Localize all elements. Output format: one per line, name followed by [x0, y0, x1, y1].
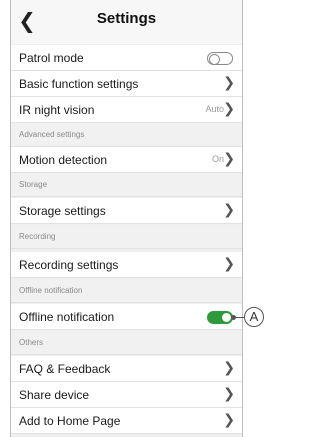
row-share-device[interactable]: Share device ❯: [11, 382, 242, 408]
page-title: Settings: [96, 10, 157, 27]
row-label: Add to Home Page: [19, 414, 121, 428]
row-add-home-page[interactable]: Add to Home Page ❯: [11, 408, 242, 434]
section-label: Advanced settings: [19, 130, 85, 139]
section-storage: Storage: [11, 173, 242, 197]
row-value: Auto: [205, 104, 224, 114]
chevron-right-icon: ❯: [223, 256, 235, 272]
toggle-knob: [222, 313, 231, 322]
callout-line: [233, 317, 244, 318]
row-label: Patrol mode: [19, 51, 84, 65]
header-bar: ❮ Settings: [11, 0, 242, 44]
settings-screen: ❮ Settings Patrol mode Basic function se…: [10, 0, 243, 437]
row-offline-notification: Offline notification: [11, 304, 242, 330]
chevron-right-icon: ❯: [223, 386, 235, 402]
row-label: Offline notification: [19, 310, 115, 324]
toggle-knob: [209, 54, 220, 65]
section-recording: Recording: [11, 225, 242, 249]
chevron-right-icon: ❯: [223, 360, 235, 376]
chevron-right-icon: ❯: [223, 412, 235, 428]
patrol-mode-toggle[interactable]: [207, 52, 233, 65]
row-label: FAQ & Feedback: [19, 362, 111, 376]
row-value: On: [211, 154, 224, 164]
row-storage-settings[interactable]: Storage settings ❯: [11, 198, 242, 224]
row-basic-function[interactable]: Basic function settings ❯: [11, 71, 242, 97]
section-label: Storage: [19, 180, 48, 189]
row-patrol-mode: Patrol mode: [11, 45, 242, 71]
row-ir-night-vision[interactable]: IR night vision Auto ❯: [11, 97, 242, 123]
row-motion-detection[interactable]: Motion detection On ❯: [11, 147, 242, 173]
section-label: Others: [19, 338, 44, 347]
row-label: Motion detection: [19, 153, 108, 167]
row-label: Basic function settings: [19, 77, 139, 91]
callout-marker: A: [244, 307, 264, 327]
row-recording-settings[interactable]: Recording settings ❯: [11, 252, 242, 278]
section-offline: Offline notification: [11, 279, 242, 303]
row-label: IR night vision: [19, 103, 95, 117]
chevron-right-icon: ❯: [223, 75, 235, 91]
section-label: Offline notification: [19, 286, 83, 295]
section-others: Others: [11, 331, 242, 355]
offline-notification-toggle[interactable]: [207, 311, 233, 324]
section-label: Recording: [19, 232, 56, 241]
row-faq-feedback[interactable]: FAQ & Feedback ❯: [11, 356, 242, 382]
row-label: Recording settings: [19, 258, 119, 272]
row-label: Storage settings: [19, 204, 106, 218]
chevron-right-icon: ❯: [223, 202, 235, 218]
chevron-right-icon: ❯: [223, 151, 235, 167]
chevron-right-icon: ❯: [223, 101, 235, 117]
section-advanced: Advanced settings: [11, 123, 242, 147]
row-label: Share device: [19, 388, 90, 402]
